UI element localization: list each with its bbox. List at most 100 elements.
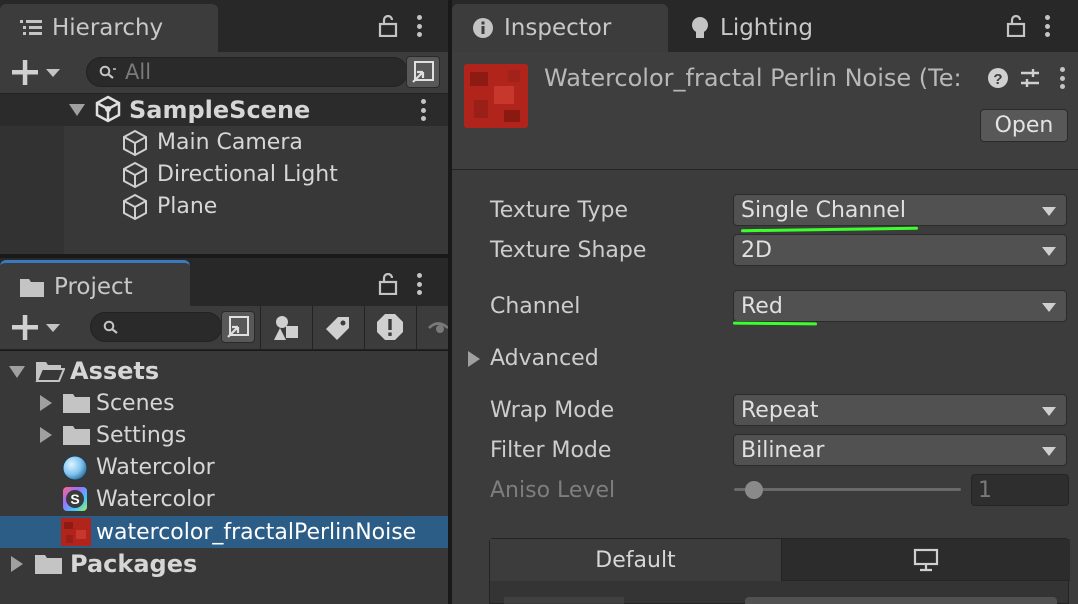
hierarchy-tab-bar: Hierarchy xyxy=(0,0,448,52)
kebab-menu-icon[interactable] xyxy=(1044,15,1050,37)
expand-arrow-icon[interactable] xyxy=(40,395,52,411)
project-tab-bar: Project xyxy=(0,258,448,310)
project-folder-scenes[interactable]: Scenes xyxy=(0,387,448,419)
lock-icon[interactable] xyxy=(378,15,398,37)
search-by-type-button[interactable] xyxy=(406,56,440,88)
expand-arrow-icon[interactable] xyxy=(9,366,25,378)
hierarchy-list-icon xyxy=(20,19,42,37)
tab-platform-default[interactable]: Default xyxy=(490,539,782,581)
gameobject-cube-icon xyxy=(121,193,149,221)
kebab-menu-icon[interactable] xyxy=(416,15,422,37)
hierarchy-item-directional-light[interactable]: Directional Light xyxy=(0,158,448,190)
help-icon[interactable]: ? xyxy=(987,67,1009,89)
lock-icon[interactable] xyxy=(1006,15,1026,37)
hierarchy-item-plane[interactable]: Plane xyxy=(0,190,448,222)
project-folder-assets[interactable]: Assets xyxy=(0,355,448,387)
texture-type-value: Single Channel xyxy=(741,197,906,223)
project-asset-shadergraph[interactable]: S Watercolor xyxy=(0,483,448,515)
project-asset-material[interactable]: Watercolor xyxy=(0,451,448,483)
open-button-label: Open xyxy=(994,113,1054,138)
inspector-tab-label: Inspector xyxy=(504,15,612,41)
chevron-down-icon xyxy=(1042,407,1056,416)
info-icon xyxy=(472,17,494,39)
wrap-mode-dropdown[interactable]: Repeat xyxy=(733,394,1067,426)
aniso-level-value: 1 xyxy=(978,477,992,503)
aniso-level-label: Aniso Level xyxy=(490,478,616,503)
svg-text:S: S xyxy=(70,491,79,507)
material-sphere-icon xyxy=(61,454,89,482)
project-tree: Assets Scenes Settings Watercolor S Wate… xyxy=(0,351,448,604)
lightbulb-icon xyxy=(690,16,710,40)
folder-icon xyxy=(63,392,91,414)
aniso-level-slider-track[interactable] xyxy=(734,488,961,491)
settings-sliders-icon[interactable] xyxy=(1019,67,1041,89)
texture-type-dropdown[interactable]: Single Channel xyxy=(733,194,1067,226)
expand-arrow-icon[interactable] xyxy=(69,104,85,116)
project-toolbar xyxy=(0,306,448,350)
filter-mode-value: Bilinear xyxy=(741,437,825,463)
tab-lighting[interactable]: Lighting xyxy=(668,4,813,52)
filter-by-label-icon[interactable] xyxy=(325,315,351,341)
lock-icon[interactable] xyxy=(378,273,398,295)
kebab-menu-icon[interactable] xyxy=(416,273,422,295)
tree-item-label: Assets xyxy=(70,357,160,385)
filter-by-type-icon[interactable] xyxy=(272,314,300,342)
scene-kebab-icon[interactable] xyxy=(420,99,426,121)
expand-arrow-icon[interactable] xyxy=(40,427,52,443)
monitor-icon xyxy=(913,548,939,572)
expand-arrow-icon[interactable] xyxy=(11,556,23,572)
hierarchy-search-input[interactable]: All xyxy=(86,57,408,87)
project-folder-settings[interactable]: Settings xyxy=(0,419,448,451)
texture-thumbnail-icon xyxy=(61,518,91,546)
scene-row[interactable]: SampleScene xyxy=(0,94,448,126)
wrap-mode-value: Repeat xyxy=(741,397,819,423)
project-asset-texture-selected[interactable]: watercolor_fractalPerlinNoise xyxy=(0,516,448,548)
project-search-input[interactable] xyxy=(90,312,222,342)
tree-item-label: Packages xyxy=(70,550,198,578)
filter-mode-dropdown[interactable]: Bilinear xyxy=(733,434,1067,466)
platform-default-label: Default xyxy=(595,547,676,573)
left-column: Hierarchy All SampleScene Main Camera Di… xyxy=(0,0,448,604)
chevron-down-icon xyxy=(1042,303,1056,312)
tab-inspector[interactable]: Inspector xyxy=(452,4,668,52)
channel-value: Red xyxy=(741,293,783,319)
tab-platform-standalone[interactable] xyxy=(782,539,1070,581)
search-by-type-button[interactable] xyxy=(221,311,255,343)
texture-shape-dropdown[interactable]: 2D xyxy=(733,234,1067,266)
hierarchy-tab-label: Hierarchy xyxy=(52,15,164,41)
wrap-mode-label: Wrap Mode xyxy=(490,398,615,423)
gameobject-cube-icon xyxy=(121,129,149,157)
hierarchy-item-main-camera[interactable]: Main Camera xyxy=(0,126,448,158)
kebab-menu-icon[interactable] xyxy=(1059,67,1065,89)
plus-icon[interactable] xyxy=(12,315,60,341)
texture-preview-icon xyxy=(464,64,528,128)
max-size-label-fragment xyxy=(504,597,624,604)
hierarchy-toolbar: All xyxy=(0,52,448,94)
aniso-level-slider-handle[interactable] xyxy=(745,481,763,499)
tree-item-label: Scenes xyxy=(96,390,175,416)
open-button[interactable]: Open xyxy=(980,109,1068,142)
warning-icon[interactable] xyxy=(376,313,404,341)
advanced-label: Advanced xyxy=(490,346,599,371)
eye-icon[interactable] xyxy=(428,319,448,337)
hierarchy-item-label: Plane xyxy=(157,193,218,219)
project-tab-label: Project xyxy=(54,273,133,300)
svg-text:?: ? xyxy=(993,71,1002,88)
search-icon xyxy=(99,65,117,79)
tab-project[interactable]: Project xyxy=(0,260,190,310)
inspector-panel: Inspector Lighting Watercolor_fractal Pe… xyxy=(452,0,1078,604)
tree-item-label: Watercolor xyxy=(96,454,215,480)
platform-settings-box: Default xyxy=(489,538,1070,604)
advanced-foldout[interactable]: Advanced xyxy=(468,346,599,371)
tab-hierarchy[interactable]: Hierarchy xyxy=(0,4,218,52)
texture-type-label: Texture Type xyxy=(490,198,629,223)
channel-dropdown[interactable]: Red xyxy=(733,290,1067,322)
tree-item-label: Watercolor xyxy=(96,486,215,512)
channel-label: Channel xyxy=(490,294,581,319)
hierarchy-item-label: Main Camera xyxy=(157,129,303,155)
chevron-down-icon xyxy=(1042,207,1056,216)
aniso-level-field[interactable]: 1 xyxy=(971,474,1069,506)
plus-icon[interactable] xyxy=(12,60,60,86)
project-folder-packages[interactable]: Packages xyxy=(0,548,448,580)
max-size-dropdown-fragment[interactable] xyxy=(745,597,1057,604)
